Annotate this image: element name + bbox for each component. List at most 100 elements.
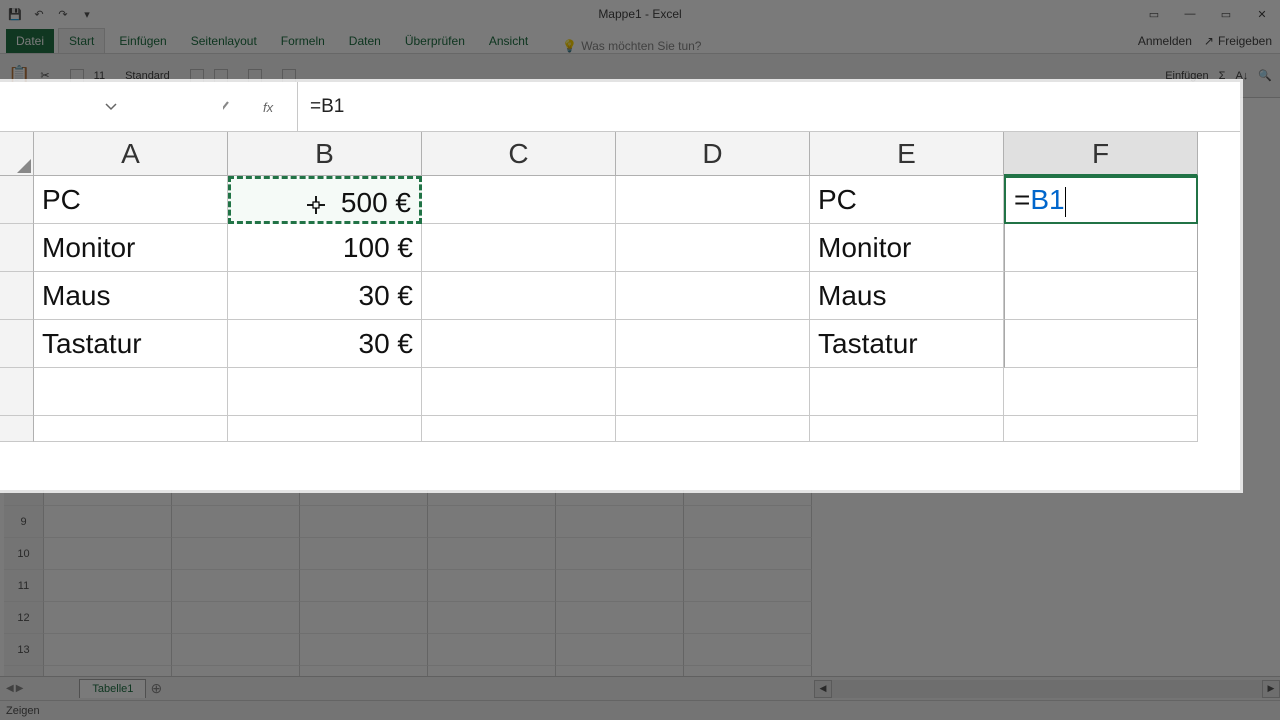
sheet-nav-right-icon[interactable]: ▶ bbox=[16, 683, 24, 694]
cell-empty[interactable] bbox=[556, 506, 684, 538]
ribbon-options-icon[interactable]: ▭ bbox=[1136, 0, 1172, 28]
cell-empty[interactable] bbox=[684, 506, 812, 538]
cell-empty[interactable] bbox=[684, 570, 812, 602]
qat-dropdown-icon[interactable]: ▾ bbox=[78, 5, 96, 23]
cell-B2[interactable]: 100 € bbox=[228, 224, 422, 272]
cell-empty[interactable] bbox=[172, 602, 300, 634]
cut-icon[interactable]: ✂ bbox=[40, 69, 49, 82]
cell-empty[interactable] bbox=[428, 506, 556, 538]
cell-A2[interactable]: Monitor bbox=[34, 224, 228, 272]
sort-icon[interactable]: A↓ bbox=[1235, 70, 1248, 82]
number-format[interactable]: Standard bbox=[125, 70, 170, 82]
row-header[interactable]: 13 bbox=[4, 634, 44, 666]
cell-D6[interactable] bbox=[616, 416, 810, 442]
col-header-D[interactable]: D bbox=[616, 132, 810, 176]
col-header-B[interactable]: B bbox=[228, 132, 422, 176]
cell-C4[interactable] bbox=[422, 320, 616, 368]
add-sheet-icon[interactable]: ⊕ bbox=[146, 680, 166, 697]
tab-ueberpruefen[interactable]: Überprüfen bbox=[395, 29, 475, 53]
row-header[interactable] bbox=[0, 368, 34, 416]
cell-empty[interactable] bbox=[44, 570, 172, 602]
row-header[interactable] bbox=[0, 176, 34, 224]
col-header-C[interactable]: C bbox=[422, 132, 616, 176]
row-header[interactable] bbox=[0, 224, 34, 272]
cell-B1[interactable]: 500 € bbox=[228, 176, 422, 224]
cell-C1[interactable] bbox=[422, 176, 616, 224]
tab-start[interactable]: Start bbox=[58, 28, 105, 53]
cell-A6[interactable] bbox=[34, 416, 228, 442]
cell-B3[interactable]: 30 € bbox=[228, 272, 422, 320]
cell-empty[interactable] bbox=[684, 602, 812, 634]
cell-C2[interactable] bbox=[422, 224, 616, 272]
cell-F5[interactable] bbox=[1004, 368, 1198, 416]
cell-empty[interactable] bbox=[172, 506, 300, 538]
cell-D5[interactable] bbox=[616, 368, 810, 416]
cell-E3[interactable]: Maus bbox=[810, 272, 1004, 320]
cell-F6[interactable] bbox=[1004, 416, 1198, 442]
cell-empty[interactable] bbox=[428, 570, 556, 602]
cell-empty[interactable] bbox=[428, 634, 556, 666]
cell-B4[interactable]: 30 € bbox=[228, 320, 422, 368]
close-icon[interactable]: ✕ bbox=[1244, 0, 1280, 28]
cell-C6[interactable] bbox=[422, 416, 616, 442]
cell-empty[interactable] bbox=[428, 602, 556, 634]
cell-A4[interactable]: Tastatur bbox=[34, 320, 228, 368]
cell-A5[interactable] bbox=[34, 368, 228, 416]
cell-E6[interactable] bbox=[810, 416, 1004, 442]
cell-A3[interactable]: Maus bbox=[34, 272, 228, 320]
tab-ansicht[interactable]: Ansicht bbox=[479, 29, 538, 53]
font-size-box[interactable]: 11 bbox=[94, 70, 105, 82]
row-header[interactable]: 9 bbox=[4, 506, 44, 538]
cell-C5[interactable] bbox=[422, 368, 616, 416]
cell-D1[interactable] bbox=[616, 176, 810, 224]
cell-empty[interactable] bbox=[556, 538, 684, 570]
tab-einfuegen[interactable]: Einfügen bbox=[109, 29, 176, 53]
minimize-icon[interactable]: — bbox=[1172, 0, 1208, 28]
cell-empty[interactable] bbox=[300, 602, 428, 634]
cell-empty[interactable] bbox=[44, 506, 172, 538]
formula-bar-input[interactable]: =B1 bbox=[298, 82, 1240, 131]
undo-icon[interactable]: ↶ bbox=[30, 5, 48, 23]
row-header[interactable] bbox=[4, 488, 44, 506]
signin-button[interactable]: Anmelden bbox=[1138, 34, 1192, 48]
tell-me-text[interactable]: Was möchten Sie tun? bbox=[581, 39, 701, 53]
sheet-tab[interactable]: Tabelle1 bbox=[79, 679, 146, 698]
cell-D2[interactable] bbox=[616, 224, 810, 272]
col-header-A[interactable]: A bbox=[34, 132, 228, 176]
tab-daten[interactable]: Daten bbox=[339, 29, 391, 53]
row-header[interactable]: 10 bbox=[4, 538, 44, 570]
cell-empty[interactable] bbox=[300, 634, 428, 666]
row-header[interactable] bbox=[0, 320, 34, 368]
redo-icon[interactable]: ↷ bbox=[54, 5, 72, 23]
row-header[interactable] bbox=[0, 416, 34, 442]
cell-B5[interactable] bbox=[228, 368, 422, 416]
cell-empty[interactable] bbox=[300, 570, 428, 602]
cell-empty[interactable] bbox=[556, 570, 684, 602]
insert-function-icon[interactable]: fx bbox=[254, 89, 290, 125]
hscroll-right-icon[interactable]: ▶ bbox=[1262, 680, 1280, 698]
cell-empty[interactable] bbox=[44, 538, 172, 570]
cell-B6[interactable] bbox=[228, 416, 422, 442]
cell-F1[interactable]: =B1 bbox=[1004, 176, 1198, 224]
cell-empty[interactable] bbox=[44, 634, 172, 666]
row-header[interactable]: 11 bbox=[4, 570, 44, 602]
cell-E4[interactable]: Tastatur bbox=[810, 320, 1004, 368]
cell-empty[interactable] bbox=[556, 602, 684, 634]
cell-E1[interactable]: PC bbox=[810, 176, 1004, 224]
tab-datei[interactable]: Datei bbox=[6, 29, 54, 53]
cell-D4[interactable] bbox=[616, 320, 810, 368]
tab-formeln[interactable]: Formeln bbox=[271, 29, 335, 53]
cell-empty[interactable] bbox=[428, 538, 556, 570]
sheet-nav-left-icon[interactable]: ◀ bbox=[6, 683, 14, 694]
cell-empty[interactable] bbox=[556, 634, 684, 666]
row-header[interactable] bbox=[0, 272, 34, 320]
cell-empty[interactable] bbox=[684, 634, 812, 666]
cell-F4[interactable] bbox=[1004, 320, 1198, 368]
find-icon[interactable]: 🔍 bbox=[1258, 69, 1272, 82]
cell-empty[interactable] bbox=[172, 570, 300, 602]
insert-cells[interactable]: Einfügen bbox=[1165, 70, 1208, 82]
hscroll-track[interactable] bbox=[832, 680, 1262, 698]
cell-empty[interactable] bbox=[300, 506, 428, 538]
cell-E5[interactable] bbox=[810, 368, 1004, 416]
col-header-E[interactable]: E bbox=[810, 132, 1004, 176]
